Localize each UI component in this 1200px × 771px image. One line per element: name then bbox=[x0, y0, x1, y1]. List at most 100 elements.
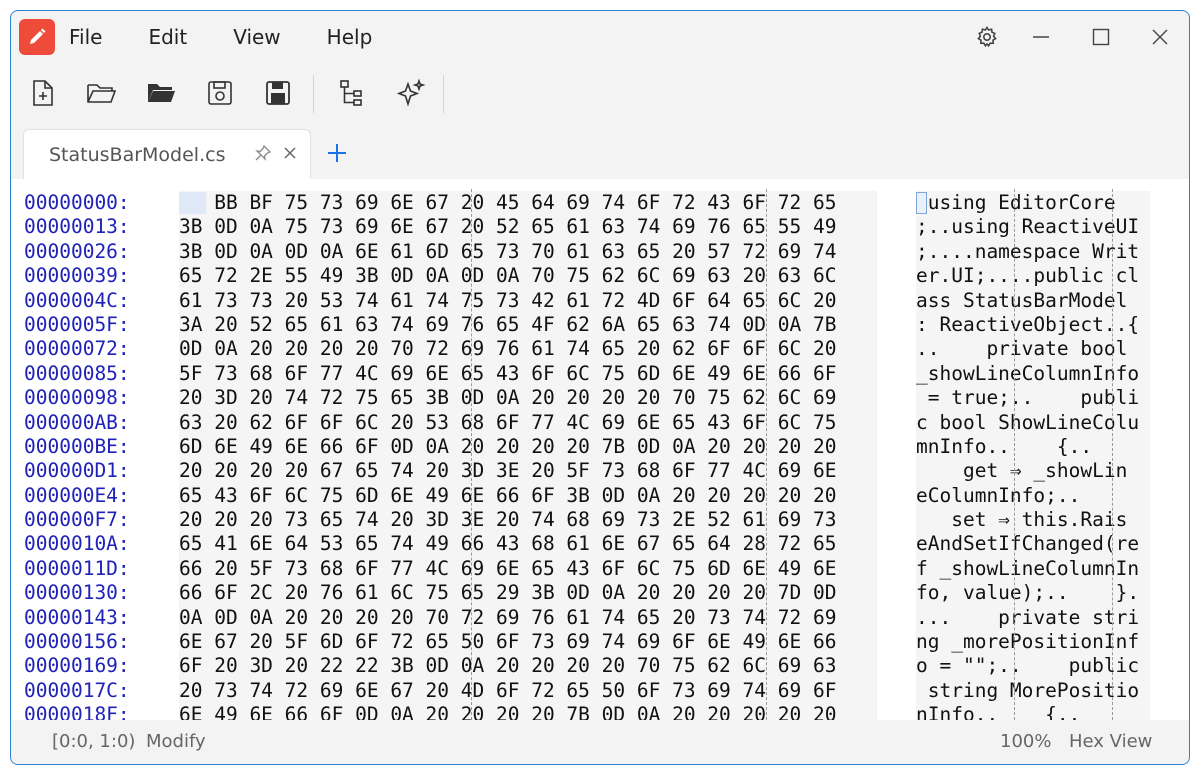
offset-label: 00000026: bbox=[24, 239, 130, 263]
ascii-row: eColumnInfo;.. bbox=[916, 483, 1140, 507]
offset-label: 000000BE: bbox=[24, 434, 130, 458]
hex-row: 6E 49 6E 66 6F 0D 0A 20 20 20 20 7B 0D 0… bbox=[179, 703, 837, 720]
menu-help[interactable]: Help bbox=[327, 25, 373, 49]
ascii-group-divider bbox=[1014, 189, 1015, 720]
hex-row: 20 20 20 73 65 74 20 3D 3E 20 74 68 69 7… bbox=[179, 508, 837, 532]
hex-editor[interactable]: 00000000: 00000013: 00000026: 00000039: 0000… bbox=[11, 179, 1189, 720]
ascii-row: eAndSetIfChanged(re bbox=[916, 532, 1140, 556]
add-tab-icon[interactable] bbox=[325, 141, 349, 169]
ascii-row: ... private stri bbox=[916, 605, 1140, 629]
save-icon[interactable] bbox=[200, 73, 240, 113]
zoom-level[interactable]: 100% bbox=[1000, 731, 1051, 752]
offset-label: 000000F7: bbox=[24, 508, 130, 532]
edit-mode[interactable]: Modify bbox=[146, 731, 206, 752]
menu-file[interactable]: File bbox=[69, 25, 102, 49]
ascii-row: o = "";.. public bbox=[916, 654, 1140, 678]
offset-label: 0000017C: bbox=[24, 678, 130, 702]
offset-label: 00000039: bbox=[24, 264, 130, 288]
offset-label: 00000085: bbox=[24, 361, 130, 385]
close-tab-icon[interactable] bbox=[282, 145, 298, 165]
ascii-row: …using EditorCore bbox=[916, 191, 1116, 214]
ascii-row: f _showLineColumnIn bbox=[916, 556, 1140, 580]
offset-column: 00000000: 00000013: 00000026: 00000039: 0000… bbox=[24, 191, 130, 720]
hex-row: 65 43 6F 6C 75 6D 6E 49 6E 66 6F 3B 0D 0… bbox=[179, 483, 837, 507]
maximize-icon[interactable] bbox=[1087, 23, 1115, 51]
hex-row: 65 72 2E 55 49 3B 0D 0A 0D 0A 70 75 62 6… bbox=[179, 264, 837, 288]
offset-label: 00000156: bbox=[24, 630, 130, 654]
offset-label: 000000AB: bbox=[24, 410, 130, 434]
hex-row: 20 3D 20 74 72 75 65 3B 0D 0A 20 20 20 2… bbox=[179, 386, 837, 410]
menu-view[interactable]: View bbox=[233, 25, 280, 49]
offset-label: 0000011D: bbox=[24, 556, 130, 580]
offset-label: 00000013: bbox=[24, 215, 130, 239]
offset-label: 000000E4: bbox=[24, 483, 130, 507]
toolbar bbox=[11, 69, 1189, 121]
hex-row: 65 41 6E 64 53 65 74 49 66 43 68 61 6E 6… bbox=[179, 532, 837, 556]
ascii-row: nInfo.. {.. bbox=[916, 703, 1140, 720]
tab-strip: StatusBarModel.cs bbox=[11, 129, 1189, 179]
ascii-row: : ReactiveObject..{ bbox=[916, 312, 1140, 336]
hex-row: 61 73 73 20 53 74 61 74 75 73 42 61 72 4… bbox=[179, 288, 837, 312]
toolbar-separator bbox=[313, 75, 314, 113]
hex-column[interactable]: EF BB BF 75 73 69 6E 67 20 45 64 69 74 6… bbox=[179, 191, 877, 720]
offset-label: 0000010A: bbox=[24, 532, 130, 556]
ascii-row: ;..using ReactiveUI bbox=[916, 215, 1140, 239]
ascii-row: get ⇒ _showLin bbox=[916, 459, 1128, 483]
title-bar: File Edit View Help bbox=[11, 11, 1189, 63]
hex-row: 20 73 74 72 69 6E 67 20 4D 6F 72 65 50 6… bbox=[179, 678, 837, 702]
offset-label: 00000143: bbox=[24, 605, 130, 629]
hex-row: 3B 0D 0A 0D 0A 6E 61 6D 65 73 70 61 63 6… bbox=[179, 239, 837, 263]
hex-row: 3A 20 52 65 61 63 74 69 76 65 4F 62 6A 6… bbox=[179, 312, 837, 336]
close-window-icon[interactable] bbox=[1146, 23, 1174, 51]
offset-label: 0000018F: bbox=[24, 703, 130, 720]
ascii-row: set ⇒ this.Rais bbox=[916, 508, 1128, 532]
toolbar-separator bbox=[443, 75, 444, 113]
ascii-group-divider bbox=[1112, 189, 1113, 720]
hex-row: 66 20 5F 73 68 6F 77 4C 69 6E 65 43 6F 6… bbox=[179, 556, 837, 580]
hex-row: 66 6F 2C 20 76 61 6C 75 65 29 3B 0D 0A 2… bbox=[179, 581, 837, 605]
ascii-row: _showLineColumnInfo bbox=[916, 361, 1140, 385]
offset-label: 00000072: bbox=[24, 337, 130, 361]
menu-bar: File Edit View Help bbox=[69, 11, 418, 63]
hex-row: 0D 0A 20 20 20 20 70 72 69 76 61 74 65 2… bbox=[179, 337, 837, 361]
ascii-row: ass StatusBarModel bbox=[916, 288, 1140, 312]
offset-label: 0000004C: bbox=[24, 288, 130, 312]
view-mode[interactable]: Hex View bbox=[1069, 731, 1152, 752]
pin-icon[interactable] bbox=[254, 144, 272, 166]
hex-row: EF BB BF 75 73 69 6E 67 20 45 64 69 74 6… bbox=[179, 191, 837, 214]
tab-label: StatusBarModel.cs bbox=[49, 144, 226, 166]
menu-edit[interactable]: Edit bbox=[148, 25, 187, 49]
sparkle-icon[interactable] bbox=[391, 73, 431, 113]
open-folder-icon[interactable] bbox=[81, 73, 121, 113]
save-as-icon[interactable] bbox=[258, 73, 298, 113]
settings-gear-icon[interactable] bbox=[973, 23, 1001, 51]
offset-label: 00000169: bbox=[24, 654, 130, 678]
hex-row: 5F 73 68 6F 77 4C 69 6E 65 43 6F 6C 75 6… bbox=[179, 361, 837, 385]
hex-group-divider bbox=[766, 189, 767, 720]
app-logo-icon bbox=[19, 19, 55, 55]
offset-label: 00000130: bbox=[24, 581, 130, 605]
hex-row: 6F 20 3D 20 22 22 3B 0D 0A 20 20 20 20 7… bbox=[179, 654, 837, 678]
minimize-icon[interactable] bbox=[1027, 23, 1055, 51]
ascii-cursor bbox=[916, 192, 927, 214]
app-window: File Edit View Help StatusBarModel.cs 00… bbox=[10, 10, 1190, 765]
open-folder-filled-icon[interactable] bbox=[141, 73, 181, 113]
ascii-row: fo, value);.. }. bbox=[916, 581, 1140, 605]
ascii-column[interactable]: …using EditorCore ;..using ReactiveUI;...… bbox=[916, 191, 1150, 720]
ascii-row: mnInfo.. {.. bbox=[916, 434, 1140, 458]
tree-view-icon[interactable] bbox=[331, 73, 371, 113]
offset-label: 0000005F: bbox=[24, 312, 130, 336]
hex-row: 3B 0D 0A 75 73 69 6E 67 20 52 65 61 63 7… bbox=[179, 215, 837, 239]
status-bar: [0:0, 1:0) Modify 100% Hex View bbox=[11, 720, 1189, 764]
hex-row: 6D 6E 49 6E 66 6F 0D 0A 20 20 20 20 7B 0… bbox=[179, 434, 837, 458]
cursor-position[interactable]: [0:0, 1:0) bbox=[52, 731, 135, 752]
offset-label: 00000098: bbox=[24, 386, 130, 410]
ascii-row: = true;.. publi bbox=[916, 386, 1140, 410]
hex-row: 20 20 20 20 67 65 74 20 3D 3E 20 5F 73 6… bbox=[179, 459, 837, 483]
ascii-row: c bool ShowLineColu bbox=[916, 410, 1140, 434]
new-file-icon[interactable] bbox=[23, 73, 63, 113]
ascii-row: string MorePositio bbox=[916, 678, 1140, 702]
ascii-row: ng _morePositionInf bbox=[916, 630, 1140, 654]
hex-row: 6E 67 20 5F 6D 6F 72 65 50 6F 73 69 74 6… bbox=[179, 630, 837, 654]
tab-statusbarmodel[interactable]: StatusBarModel.cs bbox=[23, 129, 311, 179]
